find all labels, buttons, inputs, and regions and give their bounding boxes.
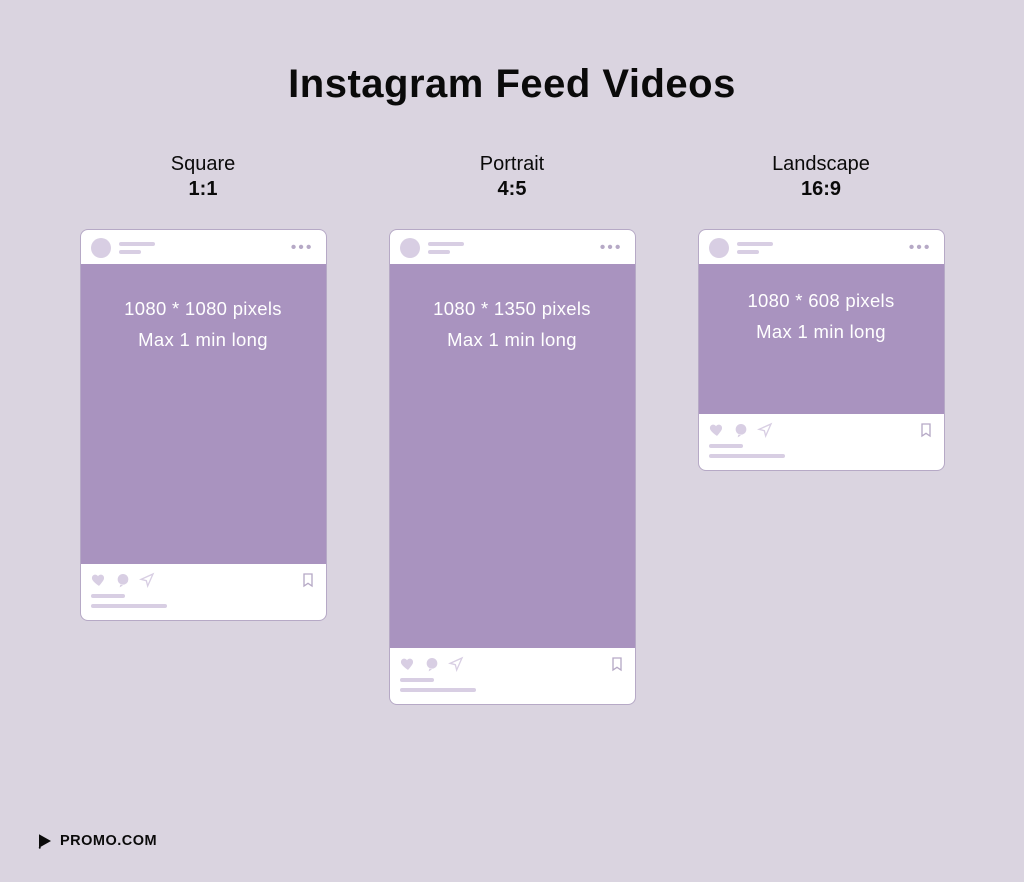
avatar-icon [91,238,111,258]
format-square: Square 1:1 ••• 1080 * 1080 pixels Max 1 … [80,153,327,621]
footer-line-placeholder [400,688,476,692]
footer-line-placeholder [400,678,434,682]
more-icon: ••• [291,239,316,257]
brand-logo: PROMO.COM [36,832,157,850]
post-card: ••• 1080 * 608 pixels Max 1 min long [698,229,945,471]
format-name: Portrait [480,153,544,176]
comment-icon [424,656,440,672]
bookmark-icon [300,572,316,588]
post-header: ••• [81,230,326,264]
avatar-icon [709,238,729,258]
post-card: ••• 1080 * 1080 pixels Max 1 min long [80,229,327,621]
format-portrait: Portrait 4:5 ••• 1080 * 1350 pixels Max … [389,153,636,705]
format-ratio: 1:1 [189,178,218,201]
bookmark-icon [918,422,934,438]
format-ratio: 16:9 [801,178,841,201]
avatar-icon [400,238,420,258]
header-text-placeholder [737,242,773,254]
dimensions-text: 1080 * 1350 pixels [433,294,591,325]
post-header: ••• [699,230,944,264]
bookmark-icon [609,656,625,672]
header-text-placeholder [119,242,155,254]
more-icon: ••• [600,239,625,257]
media-area: 1080 * 608 pixels Max 1 min long [699,264,944,414]
dimensions-text: 1080 * 608 pixels [747,286,894,317]
header-text-placeholder [428,242,464,254]
heart-icon [400,656,416,672]
comment-icon [115,572,131,588]
dimensions-text: 1080 * 1080 pixels [124,294,282,325]
duration-text: Max 1 min long [138,325,268,356]
more-icon: ••• [909,239,934,257]
duration-text: Max 1 min long [756,317,886,348]
format-name: Landscape [772,153,870,176]
footer-line-placeholder [709,444,743,448]
post-header: ••• [390,230,635,264]
brand-text: PROMO.COM [60,833,157,849]
share-icon [757,422,773,438]
heart-icon [91,572,107,588]
page-title: Instagram Feed Videos [0,62,1024,107]
post-footer [81,564,326,620]
media-area: 1080 * 1080 pixels Max 1 min long [81,264,326,564]
format-name: Square [171,153,236,176]
promo-play-icon [36,832,54,850]
post-footer [699,414,944,470]
duration-text: Max 1 min long [447,325,577,356]
comment-icon [733,422,749,438]
share-icon [448,656,464,672]
format-ratio: 4:5 [498,178,527,201]
share-icon [139,572,155,588]
format-landscape: Landscape 16:9 ••• 1080 * 608 pixels Max… [698,153,945,471]
post-card: ••• 1080 * 1350 pixels Max 1 min long [389,229,636,705]
footer-line-placeholder [91,594,125,598]
footer-line-placeholder [709,454,785,458]
media-area: 1080 * 1350 pixels Max 1 min long [390,264,635,648]
heart-icon [709,422,725,438]
post-footer [390,648,635,704]
format-cards-row: Square 1:1 ••• 1080 * 1080 pixels Max 1 … [0,153,1024,705]
footer-line-placeholder [91,604,167,608]
